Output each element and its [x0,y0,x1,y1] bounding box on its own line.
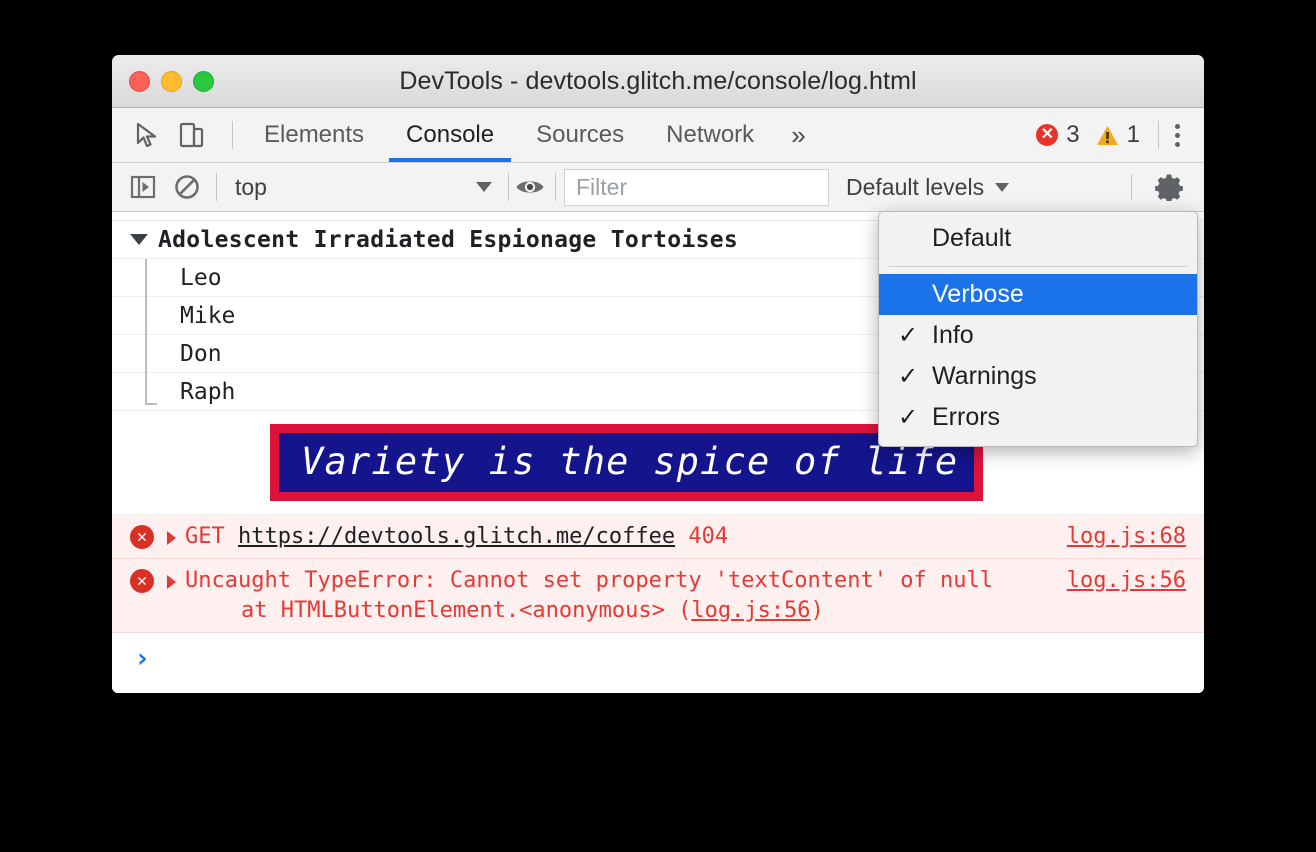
warning-triangle-icon [1096,125,1119,146]
tab-elements[interactable]: Elements [243,108,385,162]
error-message-text: Uncaught TypeError: Cannot set property … [185,568,993,593]
error-circle-icon: ✕ [130,525,154,549]
window-title: DevTools - devtools.glitch.me/console/lo… [112,67,1204,96]
warning-count-indicator[interactable]: 1 [1096,121,1140,149]
warning-count-value: 1 [1127,121,1140,149]
log-levels-label: Default levels [846,174,984,201]
live-expression-icon[interactable] [511,168,549,206]
tabbar-divider [232,121,233,149]
kebab-menu-icon[interactable] [1165,124,1190,147]
error-stack-link[interactable]: log.js:56 [691,598,810,623]
tab-console[interactable]: Console [385,108,515,162]
console-prompt-row[interactable]: › [112,633,1204,685]
menu-item-label: Verbose [932,280,1024,309]
minimize-window-button[interactable] [161,71,182,92]
filter-placeholder: Filter [576,174,627,201]
error-stack-line: at HTMLButtonElement.<anonymous> (log.js… [185,596,1049,625]
screen: DevTools - devtools.glitch.me/console/lo… [0,0,1316,852]
clear-console-icon[interactable] [168,168,206,206]
console-error-row[interactable]: ✕ GET https://devtools.glitch.me/coffee … [112,515,1204,559]
menu-separator [889,266,1187,267]
toolbar-divider-1 [216,173,217,201]
settings-gear-icon[interactable] [1150,168,1188,206]
menu-item-warnings[interactable]: ✓ Warnings [879,356,1197,397]
console-toolbar: top Filter Default levels [112,163,1204,212]
error-status-code: 404 [688,524,728,549]
toolbar-divider-3 [555,173,556,201]
error-stack-suffix: ) [811,598,824,623]
prompt-chevron-icon: › [134,643,150,674]
error-source-link[interactable]: log.js:68 [1067,524,1186,549]
tab-sources[interactable]: Sources [515,108,645,162]
menu-item-verbose[interactable]: Verbose [879,274,1197,315]
tabbar-status: ✕ 3 1 [1036,108,1204,162]
triangle-right-icon[interactable] [167,575,176,589]
menu-item-default[interactable]: Default [879,218,1197,259]
chevron-down-icon [995,183,1009,192]
triangle-right-icon[interactable] [167,531,176,545]
error-count-indicator[interactable]: ✕ 3 [1036,121,1079,149]
tabbar-tools [112,108,222,162]
console-sidebar-icon[interactable] [124,168,162,206]
check-icon: ✓ [898,321,920,350]
chevron-down-icon [476,182,492,192]
menu-item-errors[interactable]: ✓ Errors [879,397,1197,438]
status-divider [1158,121,1159,149]
error-http-method: GET [185,524,225,549]
menu-item-info[interactable]: ✓ Info [879,315,1197,356]
zoom-window-button[interactable] [193,71,214,92]
toolbar-divider-4 [1131,174,1132,200]
error-source-link[interactable]: log.js:56 [1067,568,1186,593]
menu-item-label: Default [932,224,1011,253]
check-icon: ✓ [898,362,920,391]
execution-context-select[interactable]: top [221,174,506,201]
menu-item-label: Warnings [932,362,1037,391]
console-group-title: Adolescent Irradiated Espionage Tortoise… [158,227,738,253]
panel-tabs: Elements Console Sources Network » [243,108,822,162]
device-toolbar-icon[interactable] [172,115,212,155]
error-url[interactable]: https://devtools.glitch.me/coffee [238,524,675,549]
traffic-lights [112,71,214,92]
log-levels-dropdown[interactable]: Default levels [846,174,1009,201]
close-window-button[interactable] [129,71,150,92]
error-count-value: 3 [1066,121,1079,149]
toolbar-divider-2 [508,173,509,201]
log-levels-menu[interactable]: Default Verbose ✓ Info ✓ Warnings ✓ Erro… [878,211,1198,447]
error-stack-prefix: at HTMLButtonElement.<anonymous> ( [241,598,691,623]
menu-item-label: Info [932,321,974,350]
devtools-tabbar: Elements Console Sources Network » ✕ 3 [112,108,1204,163]
triangle-down-icon[interactable] [130,234,148,245]
window-titlebar: DevTools - devtools.glitch.me/console/lo… [112,55,1204,108]
tab-network[interactable]: Network [645,108,775,162]
styled-console-message: Variety is the spice of life [270,424,983,501]
execution-context-value: top [235,174,267,201]
check-icon: ✓ [898,403,920,432]
more-tabs-button[interactable]: » [775,108,821,162]
error-circle-icon: ✕ [130,569,154,593]
error-message: GET https://devtools.glitch.me/coffee 40… [185,522,1049,551]
console-error-row[interactable]: ✕ Uncaught TypeError: Cannot set propert… [112,559,1204,633]
inspect-element-icon[interactable] [128,115,168,155]
error-message: Uncaught TypeError: Cannot set property … [185,566,1049,625]
settings-area [1121,164,1204,210]
error-circle-icon: ✕ [1036,124,1058,146]
filter-input[interactable]: Filter [564,169,829,206]
menu-item-label: Errors [932,403,1000,432]
